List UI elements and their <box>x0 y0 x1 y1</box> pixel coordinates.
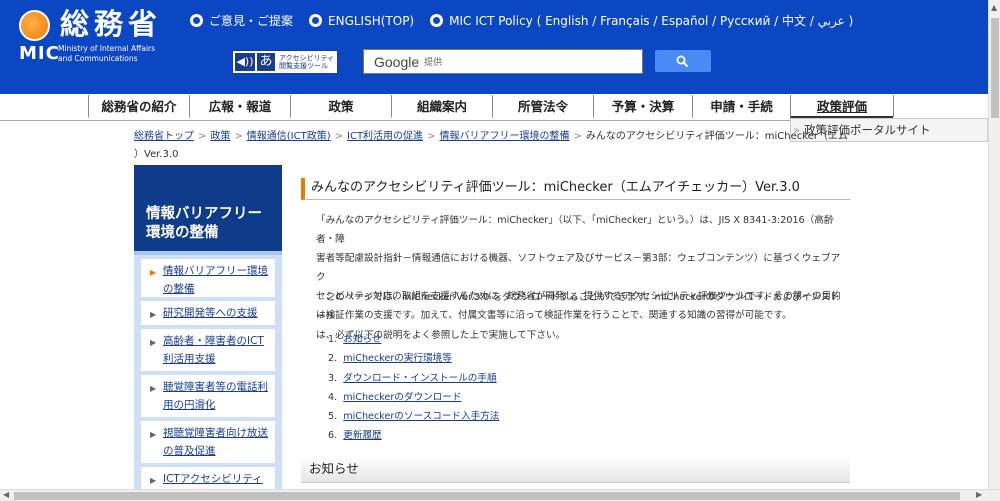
list-item: 2. miCheckerの実行環境等 <box>328 353 452 365</box>
mic-ict-policy-link[interactable]: MIC ICT Policy ( English / Français / Es… <box>430 12 853 29</box>
nav-applications[interactable]: 申請・手続 <box>692 95 790 119</box>
logo-mic[interactable]: MIC <box>19 43 60 65</box>
scroll-up-icon[interactable]: ▲ <box>991 3 997 12</box>
sidebar-title: 情報バリアフリー環境の整備 <box>146 206 262 241</box>
vertical-scrollbar[interactable]: ▲ <box>988 0 1000 489</box>
arrow-right-icon: ▶ <box>150 430 157 439</box>
sidebar-item-elderly-ict[interactable]: ▶ 高齢者・障害者のICT利活用支援 <box>141 329 275 371</box>
breadcrumb-current-continued: ）Ver.3.0 <box>134 149 179 160</box>
feedback-link-label: ご意見・ご提案 <box>209 14 294 28</box>
breadcrumb-separator: > <box>573 131 582 142</box>
intro-line: 「みんなのアクセシビリティ評価ツール：miChecker」（以下、「miChec… <box>316 215 834 245</box>
toc-link-history[interactable]: 更新履歴 <box>343 430 381 441</box>
speaker-icon: ◀)) <box>235 53 255 71</box>
accessibility-tool-label: アクセシビリティ 閲覧支援ツール <box>279 54 335 70</box>
toc-link-download[interactable]: miCheckerのダウンロード <box>343 392 461 403</box>
logo-kanji[interactable]: 総務省 <box>60 6 162 42</box>
sidebar-item-research[interactable]: ▶ 研究開発等への支援 <box>141 301 275 325</box>
sidebar-item-broadcast[interactable]: ▶ 視聴覚障害者向け放送の普及促進 <box>141 421 275 463</box>
list-item: 4. miCheckerのダウンロード <box>328 391 462 403</box>
breadcrumb-separator: > <box>427 131 436 142</box>
nav-budget[interactable]: 予算・決算 <box>593 95 692 119</box>
sidebar-item-telephone-relay[interactable]: ▶ 聴覚障害者等の電話利用の円滑化 <box>141 375 275 417</box>
scroll-right-icon[interactable]: ▶ <box>976 490 982 499</box>
nav-about[interactable]: 総務省の紹介 <box>88 95 189 119</box>
accessibility-tool-button[interactable]: ◀)) あ アクセシビリティ 閲覧支援ツール <box>232 50 338 74</box>
sidebar-heading: 情報バリアフリー環境の整備 <box>134 165 282 255</box>
english-top-link-label: ENGLISH(TOP) <box>328 13 415 28</box>
search-input[interactable]: Google 提供 <box>363 49 643 74</box>
logo-english[interactable]: Ministry of Internal Affairs and Communi… <box>58 44 155 64</box>
toc-link-install-steps[interactable]: ダウンロード・インストールの手順 <box>343 373 496 384</box>
nav-organization[interactable]: 組織案内 <box>391 95 492 119</box>
accessibility-tool-label-line1: アクセシビリティ <box>279 54 335 62</box>
english-top-link[interactable]: ENGLISH(TOP) <box>309 14 414 28</box>
intro-line: 害者等配慮設計指針－情報通信における機器、ソフトウェア及びサービス－第3部：ウェ… <box>316 253 841 283</box>
breadcrumb-link[interactable]: 情報バリアフリー環境の整備 <box>439 131 569 142</box>
search-icon <box>676 55 689 68</box>
page-title: みんなのアクセシビリティ評価ツール：miChecker（エムアイチェッカー）Ve… <box>301 178 850 200</box>
toc-link-source-code[interactable]: miCheckerのソースコード入手方法 <box>343 411 499 422</box>
accessibility-tool-label-line2: 閲覧支援ツール <box>279 62 328 70</box>
breadcrumb-link[interactable]: 政策 <box>210 131 230 142</box>
top-links: ご意見・ご提案 ENGLISH(TOP) MIC ICT Policy ( En… <box>190 12 869 29</box>
nav-press[interactable]: 広報・報道 <box>189 95 290 119</box>
breadcrumb-link[interactable]: 総務省トップ <box>134 131 194 142</box>
arrow-right-icon: ▶ <box>150 476 157 485</box>
nav-policy[interactable]: 政策 <box>290 95 391 119</box>
circle-bullet-icon <box>430 14 444 27</box>
list-item: 1. お知らせ <box>328 334 382 345</box>
breadcrumb-current: みんなのアクセシビリティ評価ツール：miChecker（エム <box>585 131 848 142</box>
toc-link-environment[interactable]: miCheckerの実行環境等 <box>343 353 452 364</box>
feedback-link[interactable]: ご意見・ご提案 <box>190 12 293 29</box>
sidebar-item-barrier-free[interactable]: ▶ 情報バリアフリー環境の整備 <box>141 259 275 297</box>
breadcrumb-separator: > <box>334 131 344 142</box>
site-header: 総務省 MIC Ministry of Internal Affairs and… <box>0 0 988 94</box>
logo-english-line1: Ministry of Internal Affairs <box>58 44 156 53</box>
sidebar-item-label[interactable]: 聴覚障害者等の電話利用の円滑化 <box>163 381 268 411</box>
table-of-contents: 1. お知らせ 2. miCheckerの実行環境等 3. ダウンロード・インス… <box>328 330 499 446</box>
mic-ict-policy-link-label: MIC ICT Policy ( English / Français / Es… <box>449 14 854 28</box>
search-provided-by: 提供 <box>424 58 443 68</box>
google-brand: Google <box>374 53 420 70</box>
arrow-right-icon: ▶ <box>150 268 157 277</box>
breadcrumb-link[interactable]: ICT利活用の促進 <box>347 131 423 142</box>
arrow-right-icon: ▶ <box>150 338 157 347</box>
sidebar-nav: ▶ 情報バリアフリー環境の整備 ▶ 研究開発等への支援 ▶ 高齢者・障害者のIC… <box>134 255 282 501</box>
arrow-right-icon: ▶ <box>150 384 157 393</box>
breadcrumb-separator: > <box>198 131 207 142</box>
sidebar-item-label[interactable]: 視聴覚障害者向け放送の普及促進 <box>163 427 268 457</box>
breadcrumb-separator: > <box>234 131 243 142</box>
horizontal-scrollbar[interactable]: ◀ ▶ <box>0 489 1000 501</box>
circle-bullet-icon <box>309 14 323 27</box>
text-size-icon: あ <box>257 53 275 71</box>
sidebar-item-label[interactable]: 高齢者・障害者のICT利活用支援 <box>163 335 264 365</box>
nav-divider <box>893 95 894 117</box>
breadcrumb: 総務省トップ > 政策 > 情報通信(ICT政策) > ICT利活用の促進 > 情報バリアフリー… <box>134 128 850 164</box>
circle-bullet-icon <box>190 14 203 27</box>
section-heading-news: お知らせ <box>301 457 850 483</box>
sidebar-item-label[interactable]: 研究開発等への支援 <box>163 307 258 319</box>
horizontal-scroll-thumb[interactable] <box>14 492 960 500</box>
list-item: 5. miCheckerのソースコード入手方法 <box>328 411 500 423</box>
mic-logo-icon[interactable] <box>19 10 50 41</box>
logo-english-line2: and Communications <box>58 54 138 63</box>
sidebar-item-label[interactable]: 情報バリアフリー環境の整備 <box>163 265 268 295</box>
breadcrumb-link[interactable]: 情報通信(ICT政策) <box>247 131 331 142</box>
nav-policy-evaluation[interactable]: 政策評価 <box>790 95 893 119</box>
vertical-scroll-thumb[interactable] <box>991 18 999 118</box>
nav-laws[interactable]: 所管法令 <box>492 95 593 119</box>
toc-link-news[interactable]: お知らせ <box>343 334 381 345</box>
list-item: 3. ダウンロード・インストールの手順 <box>328 372 497 384</box>
download-line: このページでは、miChecker Ver.3.0 をダウンロードすることができ… <box>316 292 840 322</box>
list-item: 6. 更新履歴 <box>328 430 382 442</box>
arrow-right-icon: ▶ <box>150 310 157 319</box>
scroll-left-icon[interactable]: ◀ <box>3 490 9 499</box>
global-nav: 総務省の紹介 広報・報道 政策 組織案内 所管法令 予算・決算 申請・手続 政策… <box>0 94 988 121</box>
search-button[interactable] <box>655 50 711 72</box>
